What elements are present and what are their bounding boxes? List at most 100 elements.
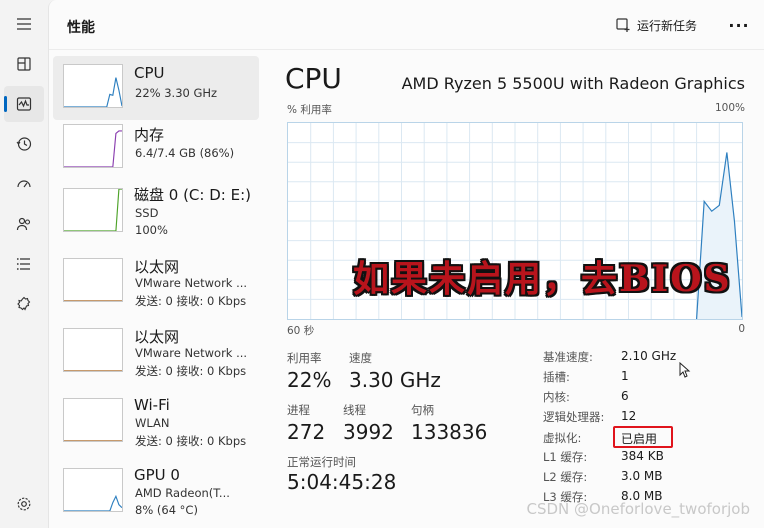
- device-name: 磁盘 0 (C: D: E:): [134, 186, 251, 204]
- uptime-label: 正常运行时间: [287, 455, 356, 469]
- device-name: Wi-Fi: [134, 396, 170, 414]
- utilization-value: 22%: [287, 368, 332, 392]
- device-item-wifi[interactable]: Wi-Fi WLAN 发送: 0 接收: 0 Kbps: [53, 388, 259, 456]
- graph-span-label: 60 秒: [287, 325, 315, 337]
- device-list: CPU 22% 3.30 GHz 内存 6.4/7.4 GB (86%) 磁盘 …: [53, 56, 259, 528]
- processes-icon: [17, 57, 31, 71]
- performance-icon: [16, 97, 32, 111]
- spec-label: L2 缓存:: [543, 470, 588, 484]
- handles-label: 句柄: [411, 403, 434, 417]
- device-item-disk[interactable]: 磁盘 0 (C: D: E:) SSD 100%: [53, 176, 259, 246]
- device-thumbnail: [63, 64, 123, 108]
- spec-label: 插槽:: [543, 370, 570, 384]
- startup-apps-icon: [17, 180, 31, 188]
- header-bar: 性能 运行新任务 ···: [49, 0, 764, 50]
- settings-icon: [17, 497, 31, 511]
- device-detail: AMD Radeon(T...: [135, 486, 230, 500]
- device-name: 以太网: [134, 258, 180, 276]
- processes-label: 进程: [287, 403, 310, 417]
- run-new-task-button[interactable]: 运行新任务: [615, 14, 697, 36]
- annotation-overlay-text: 如果未启用，去BIOS: [353, 258, 732, 300]
- device-item-gpu[interactable]: GPU 0 AMD Radeon(T... 8% (64 °C): [53, 458, 259, 528]
- device-detail: 发送: 0 接收: 0 Kbps: [135, 434, 247, 448]
- spec-value: 1: [621, 369, 629, 383]
- spec-label: 逻辑处理器:: [543, 410, 605, 424]
- graph-axis-label: % 利用率: [287, 104, 332, 116]
- device-thumbnail: [63, 468, 123, 512]
- nav-processes[interactable]: [4, 46, 44, 82]
- graph-max-label: 100%: [714, 102, 745, 114]
- device-detail: VMware Network ...: [135, 346, 248, 360]
- device-name: 内存: [134, 126, 165, 144]
- services-icon: [17, 296, 31, 311]
- hamburger-menu-button[interactable]: [4, 6, 44, 42]
- nav-startup-apps[interactable]: [4, 166, 44, 202]
- details-icon: [16, 258, 30, 270]
- handles-value: 133836: [411, 420, 488, 444]
- speed-label: 速度: [349, 351, 372, 365]
- device-thumbnail: [63, 398, 123, 442]
- main-panel: 性能 运行新任务 ··· CPU 22% 3.30 GHz 内存 6.4/7.4…: [48, 0, 764, 528]
- thumbnail-line: [64, 130, 122, 167]
- device-name: CPU: [134, 64, 165, 82]
- device-detail: WLAN: [135, 416, 170, 430]
- spec-label: 虚拟化:: [543, 431, 582, 445]
- device-item-cpu[interactable]: CPU 22% 3.30 GHz: [53, 56, 259, 120]
- spec-label: 内核:: [543, 390, 570, 404]
- nav-app-history[interactable]: [4, 126, 44, 162]
- run-task-icon: [616, 18, 630, 32]
- graph-min-label: 0: [738, 323, 745, 335]
- processes-value: 272: [287, 420, 326, 444]
- device-item-memory[interactable]: 内存 6.4/7.4 GB (86%): [53, 116, 259, 180]
- device-name: 以太网: [134, 328, 180, 346]
- app-history-icon: [16, 137, 32, 151]
- threads-value: 3992: [343, 420, 394, 444]
- speed-value: 3.30 GHz: [349, 368, 441, 392]
- users-icon: [16, 217, 31, 231]
- threads-label: 线程: [343, 403, 366, 417]
- watermark: CSDN @Oneforlove_twoforjob: [526, 500, 750, 518]
- nav-performance[interactable]: [4, 86, 44, 122]
- uptime-value: 5:04:45:28: [287, 470, 397, 494]
- device-name: GPU 0: [134, 466, 180, 484]
- spec-value: 6: [621, 389, 629, 403]
- device-item-ethernet-2[interactable]: 以太网 VMware Network ... 发送: 0 接收: 0 Kbps: [53, 318, 259, 386]
- utilization-label: 利用率: [287, 351, 322, 365]
- device-detail: 6.4/7.4 GB (86%): [135, 146, 235, 160]
- device-detail: 发送: 0 接收: 0 Kbps: [135, 364, 247, 378]
- mouse-cursor-icon: [679, 362, 691, 378]
- nav-rail: [0, 0, 48, 528]
- settings-button[interactable]: [8, 490, 40, 518]
- run-new-task-label: 运行新任务: [637, 18, 698, 33]
- spec-label: 基准速度:: [543, 350, 593, 364]
- nav-details[interactable]: [4, 246, 44, 282]
- detail-title: CPU: [285, 62, 342, 95]
- cpu-detail-panel: CPU AMD Ryzen 5 5500U with Radeon Graphi…: [285, 56, 745, 528]
- thumbnail-line: [64, 494, 122, 511]
- device-thumbnail: [63, 258, 123, 302]
- spec-value: 3.0 MB: [621, 469, 663, 483]
- spec-value: 2.10 GHz: [621, 349, 677, 363]
- device-thumbnail: [63, 188, 123, 232]
- device-thumbnail: [63, 328, 123, 372]
- device-detail: 22% 3.30 GHz: [135, 86, 218, 100]
- device-detail: 8% (64 °C): [135, 503, 198, 517]
- spec-value: 384 KB: [621, 449, 664, 463]
- thumbnail-line: [64, 77, 122, 107]
- cpu-model-name: AMD Ryzen 5 5500U with Radeon Graphics: [401, 74, 745, 93]
- nav-services[interactable]: [4, 286, 44, 322]
- device-detail: 发送: 0 接收: 0 Kbps: [135, 294, 247, 308]
- virtualization-highlight-box: [613, 426, 673, 448]
- device-detail: SSD: [135, 206, 159, 220]
- nav-users[interactable]: [4, 206, 44, 242]
- thumbnail-line: [64, 189, 122, 231]
- task-manager-window: 性能 运行新任务 ··· CPU 22% 3.30 GHz 内存 6.4/7.4…: [0, 0, 764, 528]
- more-options-button[interactable]: ···: [725, 14, 753, 36]
- device-detail: VMware Network ...: [135, 276, 248, 290]
- device-thumbnail: [63, 124, 123, 168]
- hamburger-icon: [17, 18, 31, 30]
- page-title: 性能: [67, 20, 95, 36]
- spec-label: L1 缓存:: [543, 450, 588, 464]
- device-item-ethernet-1[interactable]: 以太网 VMware Network ... 发送: 0 接收: 0 Kbps: [53, 248, 259, 316]
- spec-value: 12: [621, 409, 637, 423]
